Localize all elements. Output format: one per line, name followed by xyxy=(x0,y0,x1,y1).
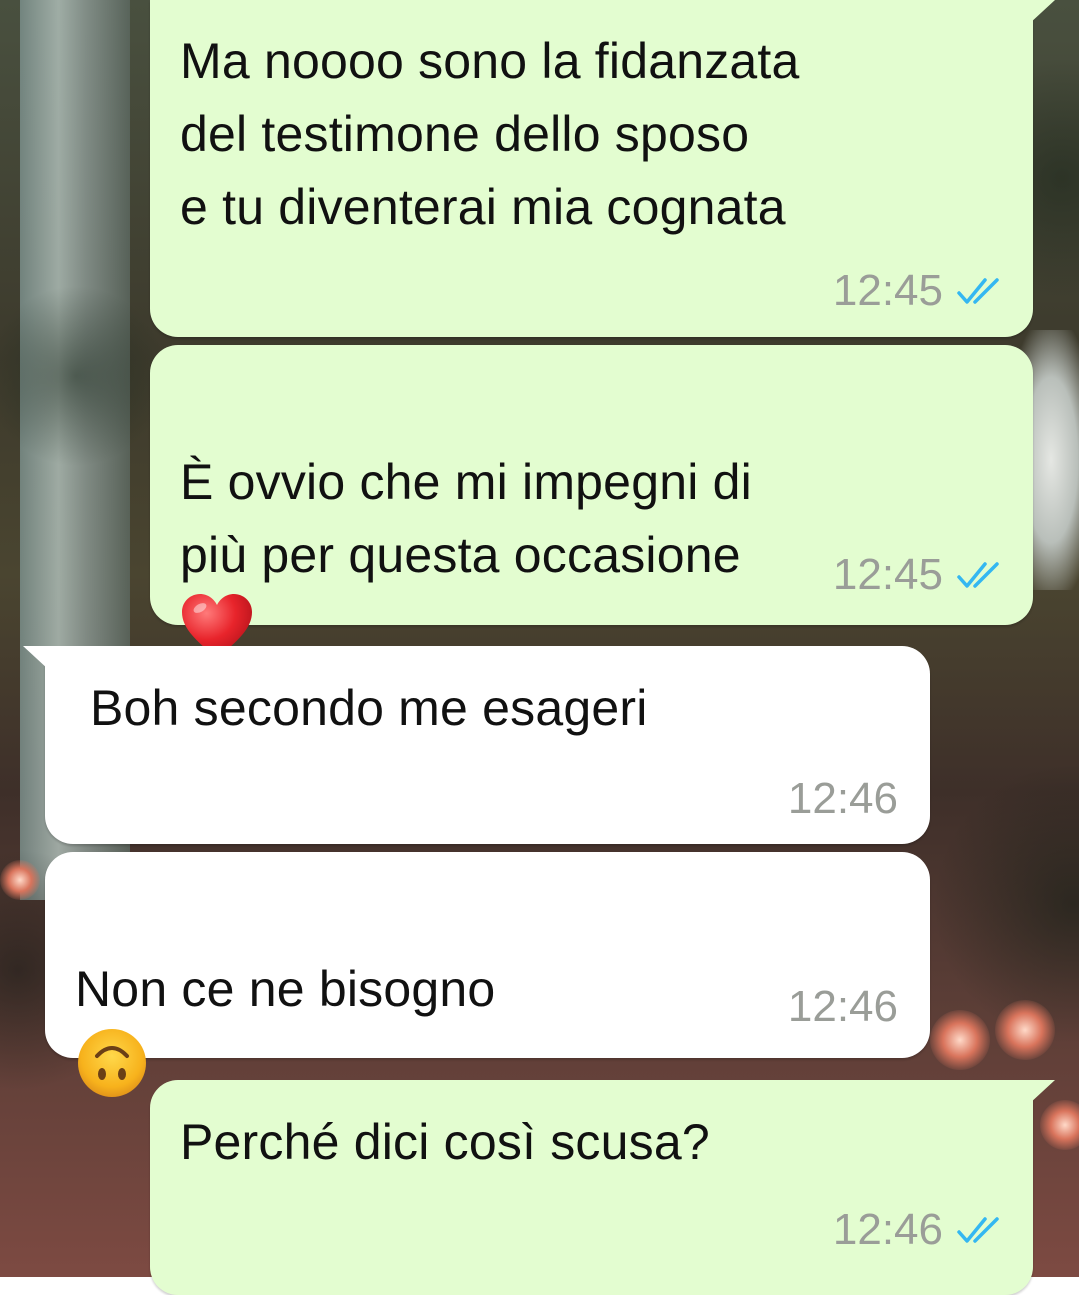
message-text: Ma noooo sono la fidanzata del testimone… xyxy=(180,33,800,235)
read-receipt-icon xyxy=(957,278,999,304)
read-receipt-icon xyxy=(957,562,999,588)
message-text: Boh secondo me esageri xyxy=(90,680,648,736)
message-bubble-incoming[interactable]: Boh secondo me esageri 12:46 xyxy=(23,646,930,844)
message-meta: 12:46 xyxy=(788,774,898,824)
wallpaper-light xyxy=(995,1000,1055,1060)
message-meta: 12:46 xyxy=(833,1205,1005,1255)
upside-down-face-emoji xyxy=(78,1029,146,1097)
message-time: 12:45 xyxy=(832,266,943,315)
message-bubble-incoming[interactable]: Non ce ne bisogno 12:46 xyxy=(45,852,930,1097)
message-text-content: È ovvio che mi impegni di più per questa… xyxy=(180,454,752,583)
message-text: Perché dici così scusa? xyxy=(180,1114,710,1170)
message-text: È ovvio che mi impegni di più per questa… xyxy=(180,373,1020,672)
message-meta: 12:45 xyxy=(833,550,1005,600)
wallpaper-light xyxy=(930,1010,990,1070)
message-meta: 12:46 xyxy=(788,982,898,1032)
message-time: 12:46 xyxy=(787,774,898,823)
message-bubble-outgoing[interactable]: Ma noooo sono la fidanzata del testimone… xyxy=(150,0,1055,337)
message-bubble-outgoing[interactable]: È ovvio che mi impegni di più per questa… xyxy=(150,345,1033,658)
wallpaper-light xyxy=(0,860,40,900)
message-time: 12:45 xyxy=(832,550,943,599)
message-time: 12:46 xyxy=(787,982,898,1031)
read-receipt-icon xyxy=(957,1217,999,1243)
message-meta: 12:45 xyxy=(833,266,1005,316)
message-bubble-outgoing[interactable]: Perché dici così scusa? 12:46 xyxy=(150,1080,1055,1295)
message-time: 12:46 xyxy=(832,1205,943,1254)
message-text-content: Non ce ne bisogno xyxy=(75,961,496,1017)
